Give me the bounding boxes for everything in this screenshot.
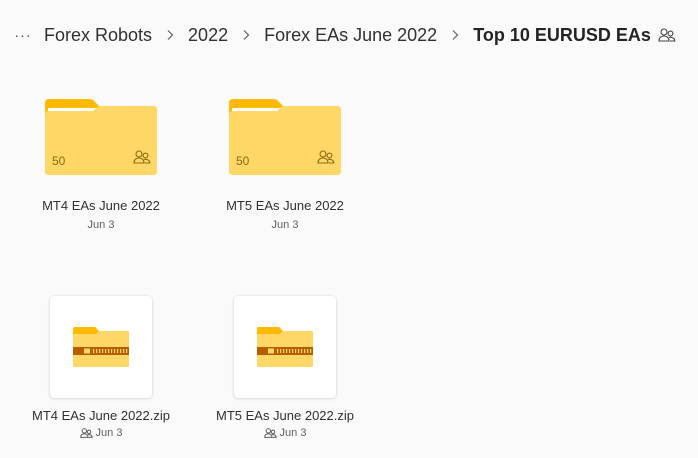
chevron-right-icon bbox=[234, 29, 258, 41]
zip-file-name[interactable]: MT4 EAs June 2022.zip bbox=[10, 408, 192, 423]
folder-tile-mt4[interactable]: 50 MT4 EAs June 2022 Jun 3 bbox=[10, 97, 192, 231]
shared-people-icon bbox=[658, 27, 676, 43]
folder-date-text: Jun 3 bbox=[271, 219, 299, 231]
folder-date: Jun 3 bbox=[10, 219, 192, 231]
folder-icon: 50 bbox=[227, 97, 343, 177]
shared-people-icon bbox=[263, 428, 277, 438]
folder-name[interactable]: MT5 EAs June 2022 bbox=[194, 198, 376, 213]
zip-file-date: Jun 3 bbox=[10, 427, 192, 439]
shared-people-icon bbox=[79, 428, 93, 438]
folder-item-count: 50 bbox=[52, 154, 66, 168]
zip-thumbnail bbox=[50, 296, 152, 398]
shared-people-icon bbox=[317, 149, 335, 170]
zip-date-text: Jun 3 bbox=[95, 427, 123, 439]
folder-item-count: 50 bbox=[236, 154, 250, 168]
onedrive-folder-view: ··· Forex Robots 2022 Forex EAs June 202… bbox=[0, 0, 698, 458]
zip-folder-icon bbox=[257, 327, 313, 367]
zip-thumbnail bbox=[234, 296, 336, 398]
folder-date: Jun 3 bbox=[194, 219, 376, 231]
zip-tile-mt5[interactable]: MT5 EAs June 2022.zip Jun 3 bbox=[194, 296, 376, 439]
zip-folder-icon bbox=[73, 327, 129, 367]
zip-file-date: Jun 3 bbox=[194, 427, 376, 439]
chevron-right-icon bbox=[443, 29, 467, 41]
breadcrumb-item-forex-eas-june-2022[interactable]: Forex EAs June 2022 bbox=[264, 25, 437, 46]
zip-file-name[interactable]: MT5 EAs June 2022.zip bbox=[194, 408, 376, 423]
folder-tile-mt5[interactable]: 50 MT5 EAs June 2022 Jun 3 bbox=[194, 97, 376, 231]
zip-date-text: Jun 3 bbox=[279, 427, 307, 439]
breadcrumb-item-2022[interactable]: 2022 bbox=[188, 25, 228, 46]
breadcrumb-item-current: Top 10 EURUSD EAs bbox=[473, 24, 651, 45]
breadcrumb: ··· Forex Robots 2022 Forex EAs June 202… bbox=[12, 20, 676, 50]
breadcrumb-more-button[interactable]: ··· bbox=[12, 22, 34, 48]
chevron-right-icon bbox=[158, 29, 182, 41]
folder-date-text: Jun 3 bbox=[87, 219, 115, 231]
zip-tile-mt4[interactable]: MT4 EAs June 2022.zip Jun 3 bbox=[10, 296, 192, 439]
folder-name[interactable]: MT4 EAs June 2022 bbox=[10, 198, 192, 213]
breadcrumb-item-forex-robots[interactable]: Forex Robots bbox=[44, 25, 152, 46]
shared-people-icon bbox=[133, 149, 151, 170]
folder-icon: 50 bbox=[43, 97, 159, 177]
